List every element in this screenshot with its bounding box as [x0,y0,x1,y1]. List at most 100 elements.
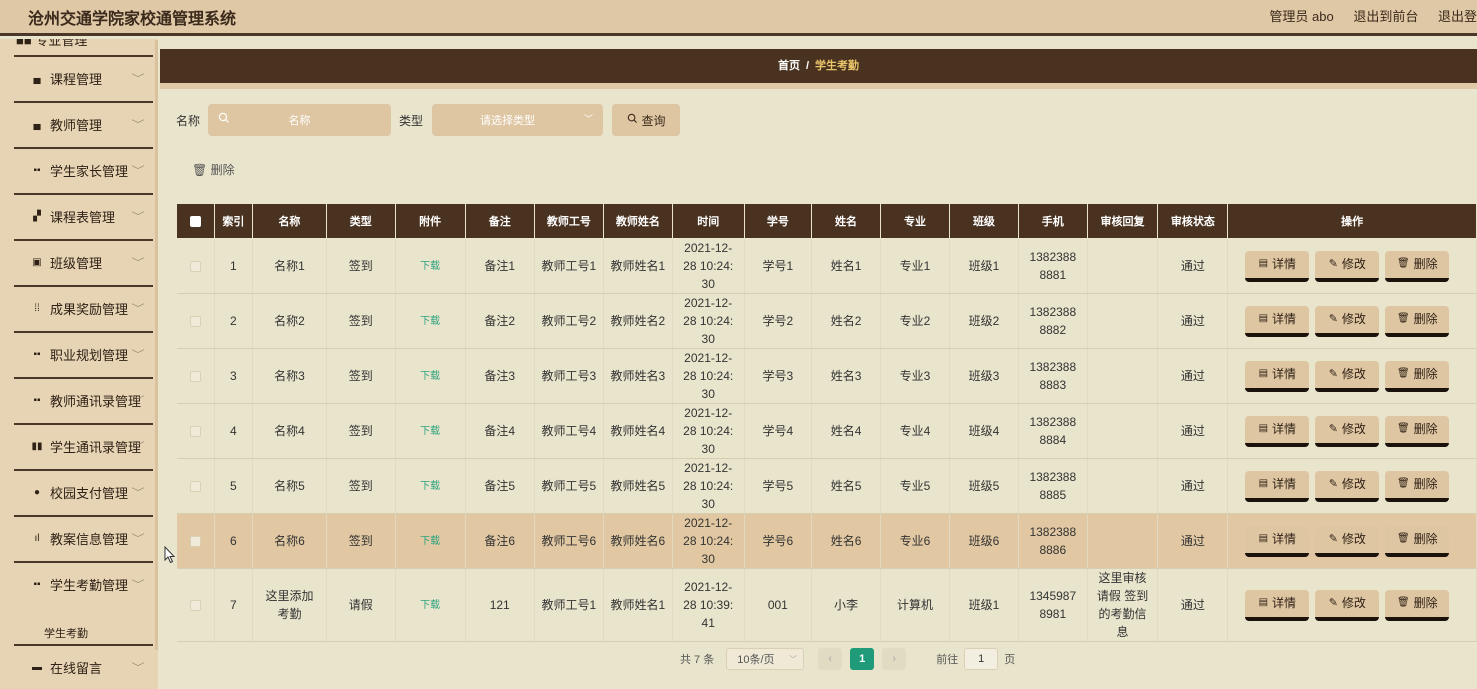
sidebar-scrollbar[interactable] [155,40,158,650]
sidebar-item[interactable]: ▪▪ 学生考勤管理 ﹀ [14,561,153,605]
sidebar-item[interactable]: ▄ 课程管理 ﹀ [14,55,153,99]
table-header-row: 索引 名称 类型 附件 备注 教师工号 教师姓名 时间 学号 姓名 专业 班级 … [176,203,1477,239]
column-header: 名称 [252,203,327,239]
cell-attach[interactable]: 下载 [395,513,466,569]
cell-attach[interactable]: 下载 [395,458,466,514]
query-button[interactable]: 查询 [612,104,681,136]
detail-button[interactable]: ▤ 详情 [1245,305,1310,337]
download-link[interactable]: 下载 [420,261,440,272]
page-size-select[interactable]: 10条/页 ﹀ [726,648,805,670]
cell-status: 通过 [1157,348,1229,404]
search-bar: 名称 名称 类型 请选择类型 ﹀ 查询 [176,104,681,136]
download-link[interactable]: 下载 [420,600,440,611]
edit-button[interactable]: ✎ 修改 [1315,415,1380,447]
row-checkbox[interactable] [176,348,215,404]
detail-button[interactable]: ▤ 详情 [1245,589,1310,621]
cell-tno: 教师工号6 [534,513,604,569]
row-checkbox[interactable] [176,403,215,459]
table-row[interactable]: 4 名称4 签到 下载 备注4 教师工号4 教师姓名4 2021-12-28 10:24:30… [176,403,1477,459]
cell-sname: 小李 [811,568,882,642]
breadcrumb-home[interactable]: 首页 [778,60,800,72]
bar-icon: ıl [34,532,40,544]
cell-attach[interactable]: 下载 [395,348,466,404]
name-search-input[interactable]: 名称 [208,104,392,136]
sidebar-item[interactable]: ▪▪ 学生家长管理 ﹀ [14,147,153,191]
cell-attach[interactable]: 下载 [395,403,466,459]
page-number-current[interactable]: 1 [850,648,875,670]
delete-button[interactable]: 🗑 删除 [1385,305,1450,337]
sidebar-item[interactable]: ▪▪ 职业规划管理 ﹀ [14,331,153,375]
detail-button[interactable]: ▤ 详情 [1245,470,1310,502]
download-link[interactable]: 下载 [420,536,440,547]
edit-button[interactable]: ✎ 修改 [1315,525,1380,557]
batch-delete-label: 删除 [210,163,235,177]
delete-button[interactable]: 🗑 删除 [1385,470,1450,502]
edit-button[interactable]: ✎ 修改 [1315,305,1380,337]
sidebar-item[interactable]: ▞ 课程表管理 ﹀ [14,193,153,237]
cell-text: 班级4 [968,424,1000,438]
column-header: 姓名 [811,203,882,239]
table-row[interactable]: 1 名称1 签到 下载 备注1 教师工号1 教师姓名1 2021-12-28 10:24:30… [176,238,1477,294]
table-row[interactable]: 3 名称3 签到 下载 备注3 教师工号3 教师姓名3 2021-12-28 10:24:30… [176,348,1477,404]
cell-attach[interactable]: 下载 [395,568,466,642]
delete-button[interactable]: 🗑 删除 [1385,525,1450,557]
download-link[interactable]: 下载 [420,316,440,327]
grid-icon: ▪▪ [33,578,41,590]
row-checkbox[interactable] [176,513,215,569]
cell-actions: ▤ 详情 ✎ 修改 🗑 删除 [1227,513,1477,569]
cell-name: 名称2 [252,293,327,349]
sidebar-item[interactable]: ⁞⁞ 成果奖励管理 ﹀ [14,285,153,329]
goto-page-input[interactable]: 1 [964,648,999,670]
batch-delete-button[interactable]: 🗑 删除 [192,161,235,178]
cell-text: 3 [230,369,237,383]
cell-tname: 教师姓名3 [603,348,673,404]
sidebar-item[interactable]: ● 校园支付管理 ﹀ [14,469,153,513]
back-to-front-link[interactable]: 退出到前台 [1353,9,1418,24]
delete-button[interactable]: 🗑 删除 [1385,360,1450,392]
detail-button[interactable]: ▤ 详情 [1245,415,1310,447]
sidebar-item[interactable]: ▄ 教师管理 ﹀ [14,101,153,145]
cell-attach[interactable]: 下载 [395,238,466,294]
cell-text: 名称1 [274,259,305,273]
detail-button[interactable]: ▤ 详情 [1245,250,1310,282]
table-row[interactable]: 5 名称5 签到 下载 备注5 教师工号5 教师姓名5 2021-12-28 10:24:30… [176,458,1477,514]
download-link[interactable]: 下载 [420,481,440,492]
detail-button[interactable]: ▤ 详情 [1245,360,1310,392]
download-link[interactable]: 下载 [420,371,440,382]
edit-button[interactable]: ✎ 修改 [1315,589,1380,621]
sidebar-item-label: 教师管理 [50,117,103,133]
edit-button[interactable]: ✎ 修改 [1315,470,1380,502]
sidebar-subitem-attendance[interactable]: 学生考勤 [44,625,88,641]
row-checkbox[interactable] [176,458,215,514]
row-checkbox[interactable] [176,293,215,349]
sidebar-item[interactable]: ▣ 班级管理 ﹀ [14,239,153,283]
row-checkbox[interactable] [176,238,215,294]
sidebar-item[interactable]: ▪▪ 教师通讯录管理 ﹀ [14,377,153,421]
table-row[interactable]: 6 名称6 签到 下载 备注6 教师工号6 教师姓名6 2021-12-28 10:24:30… [176,513,1477,569]
cell-text: 名称3 [274,369,305,383]
cell-text: 13823888881 [1029,250,1077,282]
sidebar-item[interactable]: ▮▮ 学生通讯录管理 ﹀ [14,423,153,467]
type-select[interactable]: 请选择类型 ﹀ [432,104,604,136]
detail-button-label: 详情 [1272,367,1297,381]
cell-attach[interactable]: 下载 [395,293,466,349]
delete-button[interactable]: 🗑 删除 [1385,415,1450,447]
delete-button[interactable]: 🗑 删除 [1385,589,1450,621]
grid-icon: ▪▪ [33,394,41,406]
prev-page-button[interactable]: ‹ [818,648,843,670]
next-page-button[interactable]: › [882,648,907,670]
sidebar-item[interactable]: ▬ 在线留言 ﹀ [14,644,153,688]
chevron-down-icon: ﹀ [131,534,145,545]
sidebar-item-partial[interactable]: ■■ 专业管理 [16,39,136,49]
sidebar-item[interactable]: ıl 教案信息管理 ﹀ [14,515,153,559]
logout-link[interactable]: 退出登 [1438,9,1477,24]
download-link[interactable]: 下载 [420,426,440,437]
detail-button[interactable]: ▤ 详情 [1245,525,1310,557]
table-row[interactable]: 7 这里添加考勤 请假 下载 121 教师工号1 教师姓名1 2021-12-28 10:39… [176,568,1477,642]
delete-button[interactable]: 🗑 删除 [1385,250,1450,282]
table-row[interactable]: 2 名称2 签到 下载 备注2 教师工号2 教师姓名2 2021-12-28 10:24:30… [176,293,1477,349]
select-all-checkbox[interactable] [176,203,215,239]
edit-button[interactable]: ✎ 修改 [1315,250,1380,282]
edit-button[interactable]: ✎ 修改 [1315,360,1380,392]
row-checkbox[interactable] [176,568,215,642]
